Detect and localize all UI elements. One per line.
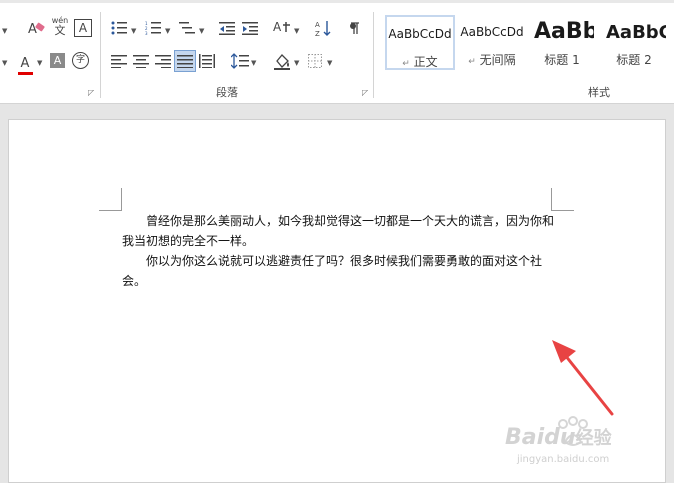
bullets-icon[interactable] — [110, 20, 128, 36]
svg-text:A: A — [315, 21, 320, 29]
paragraph-2: 你以为你这么说就可以逃避责任了吗？很多时候我们需要勇敢的面对这个社会。 — [122, 254, 543, 288]
decrease-indent-icon[interactable] — [218, 20, 236, 36]
watermark-url: jingyan.baidu.com — [517, 454, 610, 465]
style-normal-tile[interactable]: AaBbCcDd ↵ 正文 — [385, 15, 455, 70]
shading-dropdown-arrow[interactable]: ▼ — [294, 59, 299, 67]
enclose-characters-button[interactable]: 字 — [72, 52, 89, 69]
style-no-spacing-name: ↵ 无间隔 — [468, 53, 516, 67]
align-center-icon[interactable] — [132, 52, 150, 70]
group-separator — [373, 12, 374, 98]
style-heading-2-tile[interactable]: AaBbC 标题 2 — [602, 15, 666, 70]
asian-layout-dropdown-arrow[interactable]: ▼ — [294, 27, 299, 35]
svg-text:A: A — [28, 22, 37, 37]
svg-text:Z: Z — [315, 30, 320, 37]
paragraph-group-label: 段落 — [216, 86, 238, 99]
crop-mark-top-left — [99, 188, 122, 211]
watermark-brand: Baidu经验 — [505, 425, 612, 450]
phonetic-guide-button[interactable]: wén 文 — [50, 16, 70, 38]
font-dialog-launcher-icon[interactable]: ◸ — [88, 89, 96, 97]
ribbon-top-border — [0, 0, 674, 3]
crop-mark-top-right — [551, 188, 574, 211]
watermark: Baidu经验 jingyan.baidu.com — [505, 410, 665, 480]
paragraph-1: 曾经你是那么美丽动人，如今我却觉得这一切都是一个天大的谎言，因为你和我当初想的完… — [122, 214, 555, 248]
font-color-glyph: A — [20, 56, 30, 71]
phonetic-guide-bottom: 文 — [54, 24, 66, 37]
bullets-dropdown-arrow[interactable]: ▼ — [131, 27, 136, 35]
borders-dropdown-arrow[interactable]: ▼ — [327, 59, 332, 67]
style-no-spacing-preview: AaBbCcDd — [460, 25, 524, 39]
style-heading-1-name: 标题 1 — [544, 53, 580, 67]
sort-icon[interactable]: AZ — [314, 18, 332, 38]
group-separator — [100, 12, 101, 98]
line-spacing-dropdown-arrow[interactable]: ▼ — [251, 59, 256, 67]
font-color-button[interactable]: A — [16, 52, 34, 75]
asian-layout-icon[interactable]: A — [272, 19, 292, 37]
style-no-spacing-tile[interactable]: AaBbCcDd ↵ 无间隔 — [457, 15, 527, 70]
multilevel-list-dropdown-arrow[interactable]: ▼ — [199, 27, 204, 35]
character-shading-button[interactable]: A — [50, 53, 65, 68]
align-right-icon[interactable] — [154, 52, 172, 70]
font-size-dropdown-arrow[interactable]: ▼ — [2, 27, 7, 35]
line-spacing-icon[interactable] — [230, 52, 250, 70]
borders-icon[interactable] — [307, 53, 323, 69]
increase-indent-icon[interactable] — [241, 20, 259, 36]
distributed-icon[interactable] — [198, 52, 216, 70]
align-left-icon[interactable] — [110, 52, 128, 70]
justify-icon[interactable] — [174, 50, 196, 72]
style-heading-2-preview: AaBbC — [606, 22, 666, 43]
style-normal-preview: AaBbCcDd — [388, 27, 452, 41]
styles-group-label: 样式 — [588, 86, 610, 99]
document-body[interactable]: 曾经你是那么美丽动人，如今我却觉得这一切都是一个天大的谎言，因为你和我当初想的完… — [122, 211, 554, 291]
numbering-icon[interactable]: 123 — [144, 20, 162, 36]
svg-text:3: 3 — [145, 31, 148, 35]
svg-text:A: A — [273, 20, 282, 34]
paragraph-dialog-launcher-icon[interactable]: ◸ — [362, 89, 370, 97]
ribbon: ▼ A wén 文 A ▼ A ▼ A 字 ◸ ▼ 123 ▼ ▼ A ▼ AZ — [0, 0, 674, 104]
style-heading-2-name: 标题 2 — [616, 53, 652, 67]
style-heading-1-tile[interactable]: AaBb 标题 1 — [530, 15, 594, 70]
shading-icon[interactable] — [272, 51, 292, 71]
show-formatting-marks-icon[interactable] — [348, 20, 362, 36]
highlight-dropdown-arrow[interactable]: ▼ — [2, 59, 7, 67]
clear-format-icon[interactable]: A — [26, 18, 46, 38]
style-heading-1-preview: AaBb — [534, 19, 594, 44]
style-normal-name: ↵ 正文 — [402, 55, 438, 69]
font-color-dropdown-arrow[interactable]: ▼ — [37, 59, 42, 67]
font-color-bar — [17, 72, 33, 75]
character-border-button[interactable]: A — [74, 19, 92, 37]
multilevel-list-icon[interactable] — [178, 20, 196, 36]
numbering-dropdown-arrow[interactable]: ▼ — [165, 27, 170, 35]
